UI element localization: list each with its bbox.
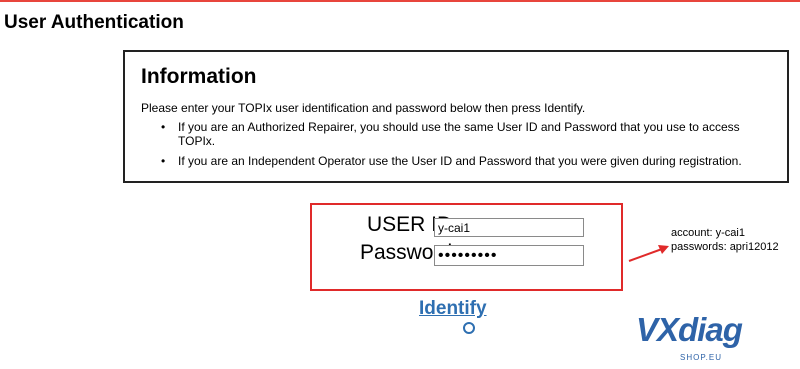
user-id-input[interactable] xyxy=(434,218,584,237)
info-bullet-list: If you are an Authorized Repairer, you s… xyxy=(161,120,761,174)
note-account: account: y-cai1 xyxy=(671,227,745,239)
info-title: Information xyxy=(141,65,257,88)
info-bullet-independent-operator: If you are an Independent Operator use t… xyxy=(161,154,761,168)
page-title: User Authentication xyxy=(4,12,184,33)
credentials-note: account: y-cai1 passwords: apri12012 xyxy=(671,226,779,254)
cursor-ring-icon xyxy=(463,322,475,334)
top-rule xyxy=(0,0,800,2)
identify-link[interactable]: Identify xyxy=(419,298,487,320)
logo-text: VXdiag xyxy=(636,311,743,348)
logo-subtext: SHOP.EU xyxy=(680,353,722,362)
password-input[interactable] xyxy=(434,245,584,266)
information-panel: Information Please enter your TOPIx user… xyxy=(123,50,789,183)
login-form-highlight: USER ID: Password: xyxy=(310,203,623,291)
note-password: passwords: apri12012 xyxy=(671,241,779,253)
red-arrow-icon xyxy=(628,245,669,262)
vxdiag-logo: VXdiag SHOP.EU xyxy=(636,308,756,368)
info-bullet-authorized-repairer: If you are an Authorized Repairer, you s… xyxy=(161,120,761,148)
info-intro: Please enter your TOPIx user identificat… xyxy=(141,101,586,115)
